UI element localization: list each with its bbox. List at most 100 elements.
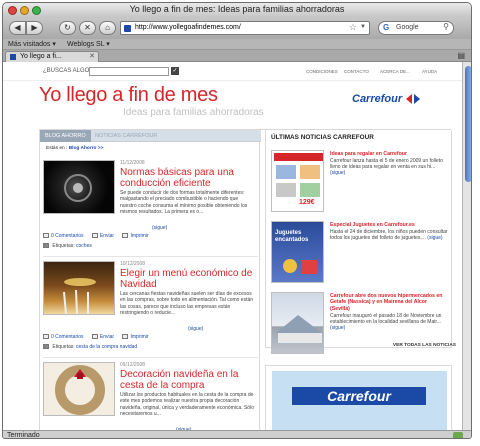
news-read-more-link[interactable]: (sigue) xyxy=(330,170,345,176)
all-news-link[interactable]: VER TODAS LAS NOTICIAS xyxy=(393,343,456,348)
printer-icon xyxy=(122,334,129,340)
carrefour-ad-logo: Carrefour xyxy=(292,387,426,405)
search-engine-label: Google xyxy=(396,24,419,31)
stop-button[interactable]: ✕ xyxy=(79,21,96,35)
news-title[interactable]: Carrefour abre dos nuevos hipermercados … xyxy=(330,293,448,312)
status-text: Terminado xyxy=(7,432,40,439)
new-tab-button[interactable]: ▤ xyxy=(457,51,465,60)
post-title[interactable]: Elegir un menú económico de Navidad xyxy=(120,268,256,290)
post-actions: 0 Comentarios Enviar Imprimir xyxy=(43,233,149,239)
tags-label: Etiquetas: xyxy=(52,344,75,350)
site-search-submit-button[interactable]: ✓ xyxy=(171,67,179,75)
tab-bar: Yo llego a fi... ✕ ▤ xyxy=(3,50,471,62)
breadcrumb-link[interactable]: Blog Ahorro >> xyxy=(69,146,104,151)
post-date: 09/12/2008 xyxy=(120,362,146,368)
comment-icon xyxy=(43,334,49,340)
navigation-toolbar: ◀ ▶ ↻ ✕ ⌂ http://www.yollegoafindemes.co… xyxy=(3,18,471,39)
read-more-link[interactable]: (sigue) xyxy=(152,225,167,231)
post-tags: Etiquetas: coches xyxy=(43,243,92,249)
tag-link[interactable]: coches xyxy=(76,243,92,249)
comment-icon xyxy=(43,233,49,239)
news-body: Hasta el 24 de diciembre, los niños pued… xyxy=(330,229,448,242)
breadcrumb: Estás en : Blog Ahorro >> xyxy=(46,146,103,151)
site-title[interactable]: Yo llego a fin de mes xyxy=(39,84,218,107)
breadcrumb-prefix: Estás en : xyxy=(46,146,68,151)
send-link[interactable]: Enviar xyxy=(91,334,114,340)
carrefour-ad-banner[interactable]: Carrefour xyxy=(272,371,447,430)
address-bar-url: http://www.yollegoafindemes.com/ xyxy=(135,24,241,31)
send-link[interactable]: Enviar xyxy=(91,233,114,239)
title-bar: Yo llego a fin de mes: Ideas para famili… xyxy=(3,3,471,18)
news-image-caption: Juguetes encantados xyxy=(275,230,309,243)
bookmark-most-visited[interactable]: Más visitados ▾ xyxy=(8,40,56,48)
news-image-catalog[interactable]: 129€ xyxy=(271,150,324,212)
news-title[interactable]: Especial Juguetes en Carrefour.es xyxy=(330,222,448,228)
site-search-input[interactable] xyxy=(89,67,169,76)
search-label: ¿BUSCAS ALGO? xyxy=(43,68,93,74)
link-conditions[interactable]: CONDICIONES xyxy=(306,69,338,74)
tag-link[interactable]: cesta de la compra navidad xyxy=(76,344,137,350)
mail-icon xyxy=(91,334,98,340)
tab-favicon-icon xyxy=(10,54,16,60)
news-image-store[interactable] xyxy=(271,292,324,354)
address-bar[interactable]: http://www.yollegoafindemes.com/ ☆ ▼ xyxy=(120,21,370,35)
link-contact[interactable]: CONTACTO xyxy=(344,69,369,74)
post-image-wreath[interactable] xyxy=(43,362,115,416)
home-button[interactable]: ⌂ xyxy=(99,21,116,35)
carrefour-logo-icon xyxy=(406,94,421,105)
print-link[interactable]: Imprimir xyxy=(122,334,149,340)
dropdown-arrow-icon[interactable]: ▼ xyxy=(360,24,366,30)
link-about[interactable]: ACERCA DE... xyxy=(380,69,410,74)
post-actions: 0 Comentarios Enviar Imprimir xyxy=(43,334,149,340)
sidebar-heading: ÚLTIMAS NOTICIAS CARREFOUR xyxy=(271,134,374,141)
post-excerpt: Las cercanas fiestas navideñas suelen se… xyxy=(120,291,254,316)
site-top-bar: ¿BUSCAS ALGO? ✓ CONDICIONES CONTACTO ACE… xyxy=(3,62,462,81)
link-help[interactable]: AYUDA xyxy=(422,69,437,74)
news-title[interactable]: Ideas para regalar en Carrefour xyxy=(330,151,448,157)
post-image-car[interactable] xyxy=(43,160,115,214)
print-link[interactable]: Imprimir xyxy=(122,233,149,239)
news-read-more-link[interactable]: (sigue) xyxy=(427,235,442,241)
comments-link[interactable]: 0 Comentarios xyxy=(43,233,84,239)
news-item: Juguetes encantados Especial Juguetes en… xyxy=(266,221,453,287)
tab-noticias-carrefour[interactable]: NOTICIAS CARREFOUR xyxy=(90,130,162,142)
blog-panel: BLOG AHORRO NOTICIAS CARREFOUR Estás en … xyxy=(39,130,261,430)
mail-icon xyxy=(91,233,98,239)
tab-blog-ahorro[interactable]: BLOG AHORRO xyxy=(40,130,91,142)
site-tagline: Ideas para familias ahorradoras xyxy=(123,107,264,118)
post-image-dinner[interactable] xyxy=(43,261,115,315)
search-box[interactable]: G Google ⚲ xyxy=(378,21,454,35)
news-read-more-link[interactable]: (sigue) xyxy=(330,325,345,331)
tag-icon xyxy=(43,344,49,350)
page-viewport: ¿BUSCAS ALGO? ✓ CONDICIONES CONTACTO ACE… xyxy=(3,62,462,430)
news-body: Carrefour inauguró el pasado 18 de Novie… xyxy=(330,313,442,332)
blog-tabs: BLOG AHORRO NOTICIAS CARREFOUR xyxy=(40,130,261,142)
post-divider xyxy=(43,256,258,257)
reload-button[interactable]: ↻ xyxy=(59,21,76,35)
browser-tab-active[interactable]: Yo llego a fi... ✕ xyxy=(5,51,99,62)
news-image-toys[interactable]: Juguetes encantados xyxy=(271,221,324,283)
scrollbar-thumb[interactable] xyxy=(465,66,471,182)
post-title[interactable]: Normas básicas para una conducción efici… xyxy=(120,167,256,189)
post-date: 10/12/2008 xyxy=(120,261,146,267)
magnifier-icon[interactable]: ⚲ xyxy=(443,22,449,31)
window-title: Yo llego a fin de mes: Ideas para famili… xyxy=(129,4,345,14)
read-more-link[interactable]: (sigue) xyxy=(188,326,203,332)
bookmark-star-icon[interactable]: ☆ xyxy=(349,22,357,33)
forward-button[interactable]: ▶ xyxy=(26,21,43,35)
post-tags: Etiquetas: cesta de la compra navidad xyxy=(43,344,137,350)
browser-window: Yo llego a fin de mes: Ideas para famili… xyxy=(2,2,472,439)
tab-label: Yo llego a fi... xyxy=(20,53,62,60)
tab-close-icon[interactable]: ✕ xyxy=(89,52,95,61)
back-button[interactable]: ◀ xyxy=(9,21,26,35)
comments-link[interactable]: 0 Comentarios xyxy=(43,334,84,340)
status-security-icon xyxy=(453,432,463,438)
post-title[interactable]: Decoración navideña en la cesta de la co… xyxy=(120,369,256,391)
carrefour-logo[interactable]: Carrefour xyxy=(352,93,436,107)
news-item: Carrefour abre dos nuevos hipermercados … xyxy=(266,292,453,358)
blog-post: 11/12/2008 Normas básicas para una condu… xyxy=(40,157,261,255)
post-excerpt: Utilizar los productos habituales en la … xyxy=(120,392,254,417)
bookmark-weblogs-sl[interactable]: Weblogs SL ▾ xyxy=(67,40,110,48)
tags-label: Etiquetas: xyxy=(52,243,75,249)
vertical-scrollbar[interactable] xyxy=(462,62,471,430)
